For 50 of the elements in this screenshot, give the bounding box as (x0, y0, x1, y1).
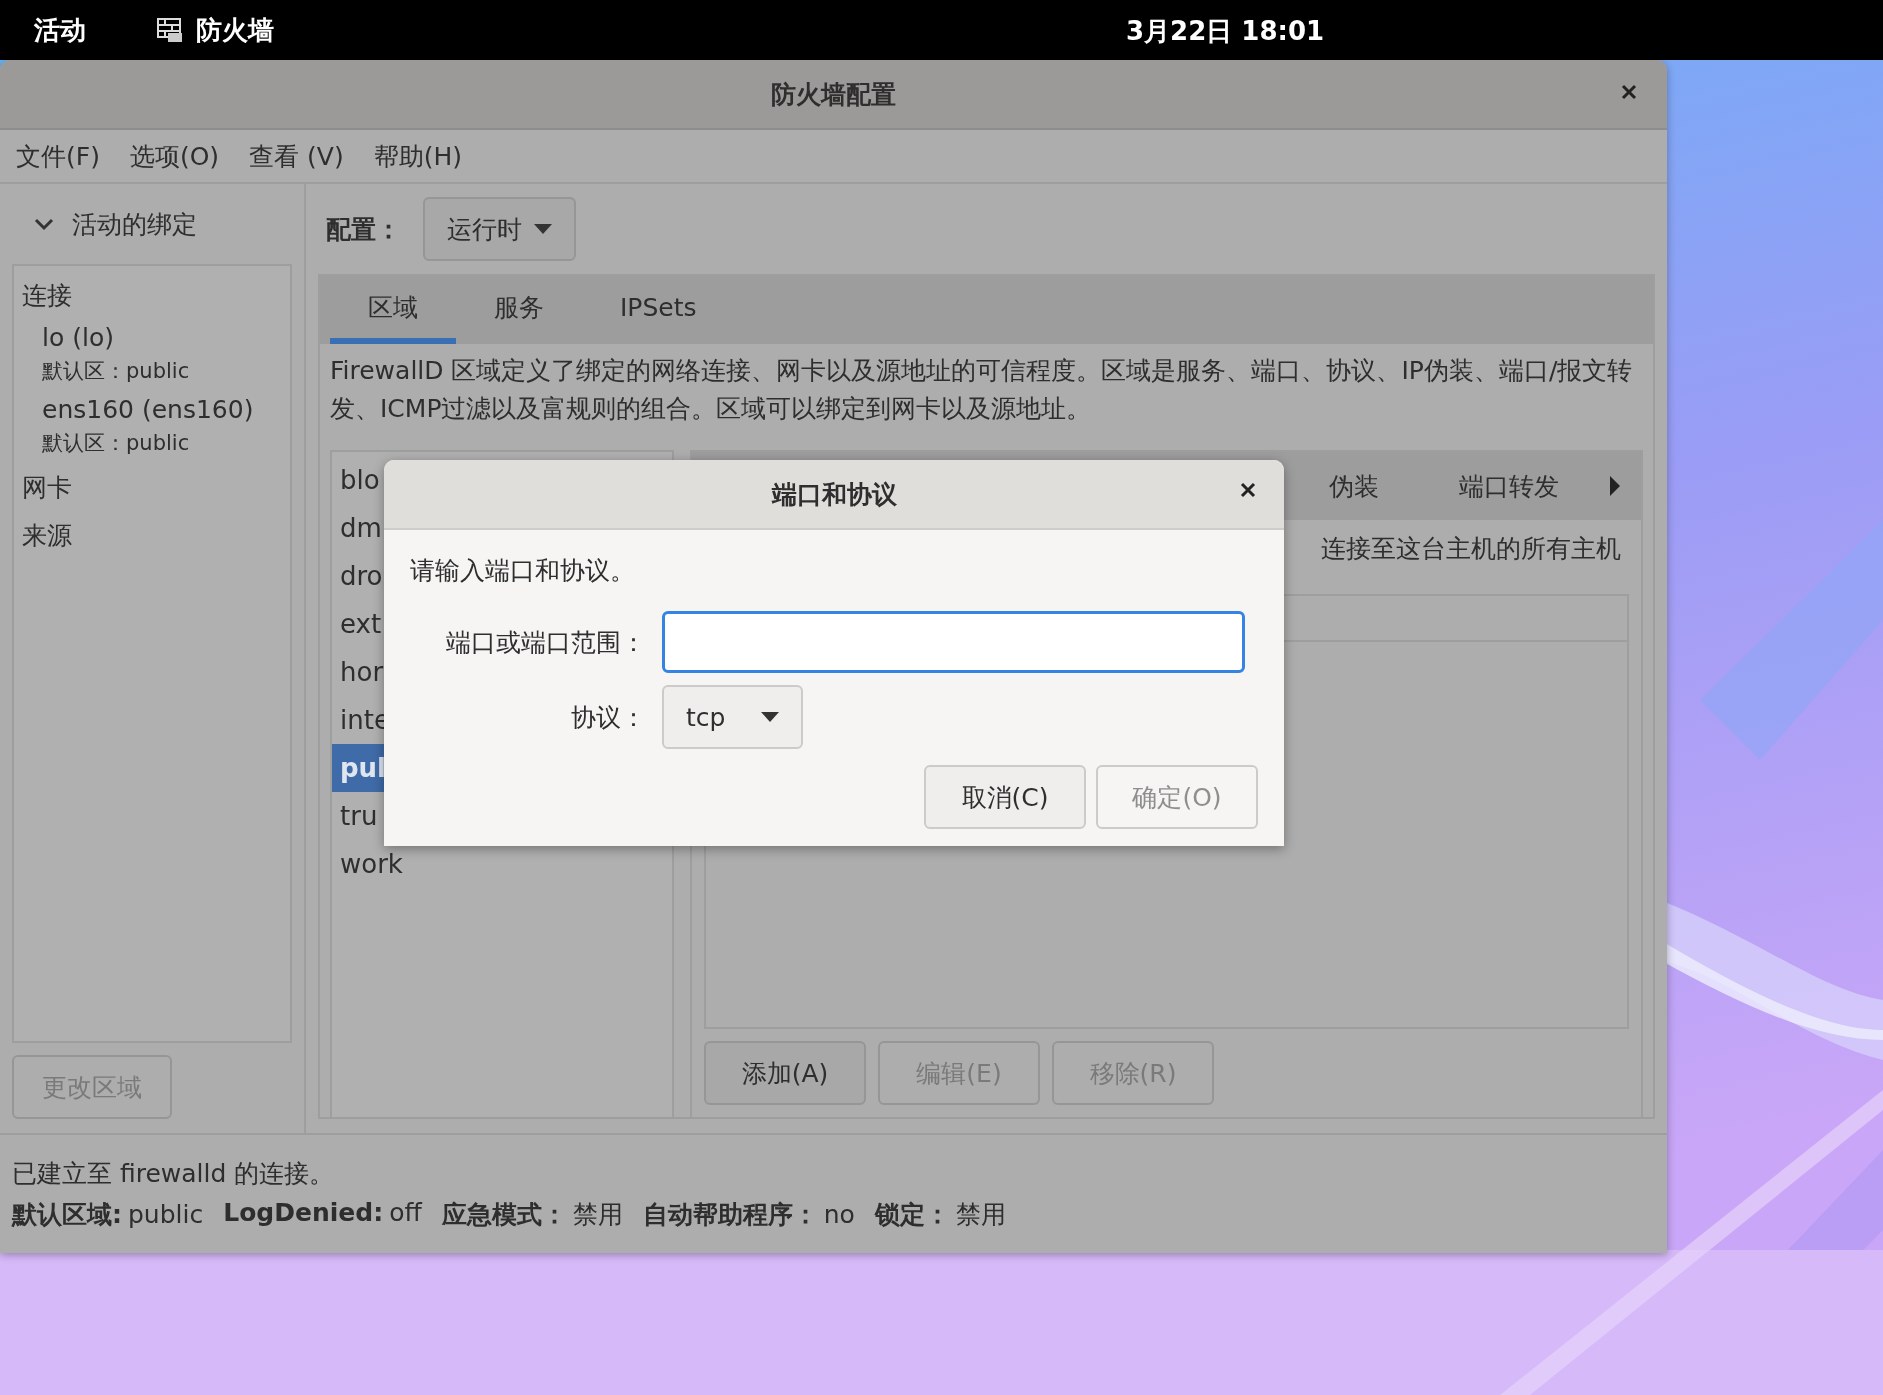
field-label: 端口或端口范围： (445, 626, 647, 659)
close-icon (1621, 84, 1637, 100)
section-label: 来源 (22, 520, 73, 552)
tab[interactable]: IPSets (582, 276, 735, 344)
description-text: FirewallD 区域定义了绑定的网络连接、网卡以及源地址的可信程度。区域是服务、端口、协议、IP伪装、端口/报文转发、ICMP过滤以及富规则的组合。区域可以绑定到网卡以及源地址。 (330, 355, 1634, 425)
caret-icon (761, 711, 780, 723)
section-label: 网卡 (22, 472, 73, 504)
zone-description: 连接至这台主机的所有主机 (1320, 533, 1622, 565)
firewall-icon (156, 17, 184, 43)
binding-detail: 默认区：public (42, 358, 191, 385)
config-label: 配置： (326, 213, 401, 246)
status-label: LogDenied: (223, 1198, 384, 1227)
tab[interactable]: 服务 (456, 276, 582, 344)
field-label: 协议： (570, 701, 647, 734)
section-label: 连接 (22, 280, 73, 312)
triangle-right-icon (1609, 476, 1621, 496)
menu-item[interactable]: 文件(F) (16, 139, 100, 173)
config-dropdown[interactable]: 运行时 (423, 197, 576, 261)
tab[interactable]: 伪装 (1289, 469, 1419, 503)
status-label: 应急模式： (441, 1200, 567, 1229)
status-message: 已建立至 firewalld 的连接。 (12, 1158, 336, 1190)
menu-item[interactable]: 帮助(H) (373, 139, 462, 173)
dialog-button[interactable]: 取消(C) (924, 765, 1086, 829)
status-value: no (823, 1200, 855, 1229)
status-value: 禁用 (572, 1200, 623, 1229)
binding-detail: 默认区：public (42, 430, 191, 457)
tab[interactable]: 区域 (330, 276, 456, 344)
expander-header[interactable]: 活动的绑定 (12, 196, 292, 252)
prompt-text: 请输入端口和协议。 (410, 555, 636, 587)
status-label: 自动帮助程序： (642, 1200, 818, 1229)
dialog-title: 端口和协议 (771, 478, 897, 511)
activities-button[interactable]: 活动 (34, 12, 86, 48)
binding-item[interactable]: lo (lo) (42, 320, 282, 356)
status-value: public (128, 1200, 204, 1229)
menu-item[interactable]: 选项(O) (129, 139, 220, 173)
window-title: 防火墙配置 (771, 78, 896, 111)
caret-icon (534, 223, 552, 235)
status-label: 锁定： (874, 1200, 950, 1229)
clock[interactable]: 3月22日 18:01 (1126, 14, 1325, 49)
protocol-dropdown[interactable]: tcp (662, 685, 804, 749)
binding-item[interactable]: ens160 (ens160) (42, 392, 282, 428)
menu-item[interactable]: 查看 (V) (249, 139, 344, 173)
app-menu[interactable]: 防火墙 (156, 12, 274, 48)
status-value: 禁用 (955, 1200, 1006, 1229)
action-button[interactable]: 添加(A) (704, 1041, 866, 1105)
port-input-field[interactable] (662, 611, 1245, 673)
tab[interactable]: 端口转发 (1419, 469, 1599, 503)
status-value: off (389, 1198, 422, 1227)
status-label: 默认区域: (12, 1200, 122, 1229)
close-icon (1240, 482, 1256, 498)
